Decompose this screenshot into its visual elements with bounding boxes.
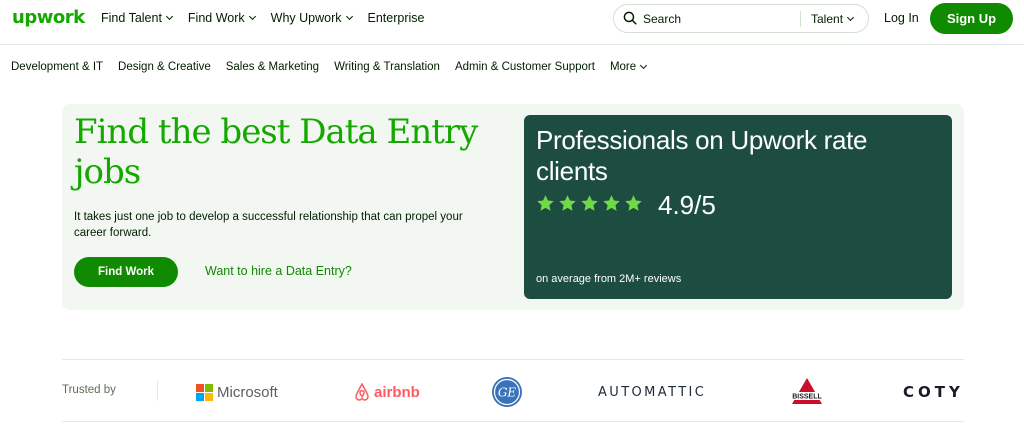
chevron-down-icon: [345, 12, 353, 21]
star-icon: [625, 195, 642, 211]
rating-value: 4.9/5: [658, 190, 716, 220]
ge-logo: GE: [491, 376, 523, 408]
category-admin-support[interactable]: Admin & Customer Support: [455, 61, 595, 73]
search-scope-label: Talent: [811, 12, 844, 26]
rating-note: on average from 2M+ reviews: [536, 273, 682, 285]
star-icon: [559, 195, 576, 211]
star-icon: [581, 195, 598, 211]
airbnb-icon: [355, 383, 369, 401]
trusted-divider-bottom: [62, 421, 964, 422]
hero-title: Find the best Data Entry jobs: [74, 112, 478, 192]
star-rating: [536, 194, 643, 213]
category-sales-marketing[interactable]: Sales & Marketing: [226, 61, 319, 73]
category-writing-translation[interactable]: Writing & Translation: [334, 61, 440, 73]
rating-card-title: Professionals on Upwork rate clients: [536, 125, 868, 186]
search-icon: [623, 11, 637, 25]
upwork-logo[interactable]: upwork: [12, 7, 85, 28]
search-box: Talent: [613, 4, 869, 33]
category-design-creative[interactable]: Design & Creative: [118, 61, 211, 73]
nav-find-talent[interactable]: Find Talent: [101, 11, 173, 25]
trusted-divider-top: [62, 359, 964, 360]
hire-data-entry-link[interactable]: Want to hire a Data Entry?: [205, 264, 352, 278]
chevron-down-icon: [846, 13, 855, 22]
main-nav: Find Talent Find Work Why Upwork Enterpr…: [101, 11, 440, 25]
microsoft-logo: Microsoft: [196, 376, 278, 408]
nav-find-work[interactable]: Find Work: [187, 11, 256, 25]
nav-enterprise-label: Enterprise: [367, 11, 425, 25]
ge-monogram-icon: GE: [492, 377, 522, 407]
automattic-wordmark: AUTOMATTIC: [598, 384, 707, 400]
hero-subtitle: It takes just one job to develop a succe…: [74, 211, 463, 239]
ge-letters: GE: [498, 386, 517, 400]
find-work-button[interactable]: Find Work: [74, 257, 178, 287]
nav-why-upwork[interactable]: Why Upwork: [270, 11, 353, 25]
top-navigation: upwork Find Talent Find Work Why Upwork …: [0, 0, 1024, 44]
category-more-label: More: [609, 61, 637, 73]
hero-section: Find the best Data Entry jobs It takes j…: [62, 104, 964, 310]
trusted-separator: [157, 381, 158, 401]
rating-card: Professionals on Upwork rate clients 4.9…: [524, 115, 952, 299]
header-divider: [0, 44, 1024, 45]
search-scope-dropdown[interactable]: Talent: [811, 12, 855, 26]
category-development-it[interactable]: Development & IT: [11, 61, 103, 73]
nav-find-work-label: Find Work: [187, 11, 245, 25]
nav-enterprise[interactable]: Enterprise: [368, 11, 425, 25]
category-nav: Development & IT Design & Creative Sales…: [11, 61, 661, 73]
coty-logo: COTY: [903, 376, 964, 408]
star-icon: [603, 195, 620, 211]
coty-wordmark: COTY: [903, 383, 964, 401]
bissell-icon: BISSELL: [787, 378, 827, 404]
star-icon: [537, 195, 554, 211]
airbnb-logo: airbnb: [354, 376, 420, 408]
airbnb-wordmark: airbnb: [374, 383, 420, 401]
nav-find-talent-label: Find Talent: [101, 11, 162, 25]
automattic-logo: AUTOMATTIC: [598, 376, 706, 408]
login-link[interactable]: Log In: [884, 11, 919, 25]
search-divider: [800, 11, 801, 27]
trusted-by-label: Trusted by: [62, 384, 116, 396]
microsoft-icon: [196, 383, 213, 401]
chevron-down-icon: [248, 12, 256, 21]
chevron-down-icon: [165, 12, 173, 21]
search-input[interactable]: [643, 10, 793, 28]
bissell-logo: BISSELL: [785, 376, 829, 408]
nav-why-upwork-label: Why Upwork: [270, 11, 342, 25]
microsoft-wordmark: Microsoft: [217, 383, 278, 401]
category-more[interactable]: More: [609, 61, 648, 73]
signup-button[interactable]: Sign Up: [930, 3, 1013, 34]
bissell-wordmark: BISSELL: [792, 394, 822, 401]
chevron-down-icon: [640, 61, 648, 70]
